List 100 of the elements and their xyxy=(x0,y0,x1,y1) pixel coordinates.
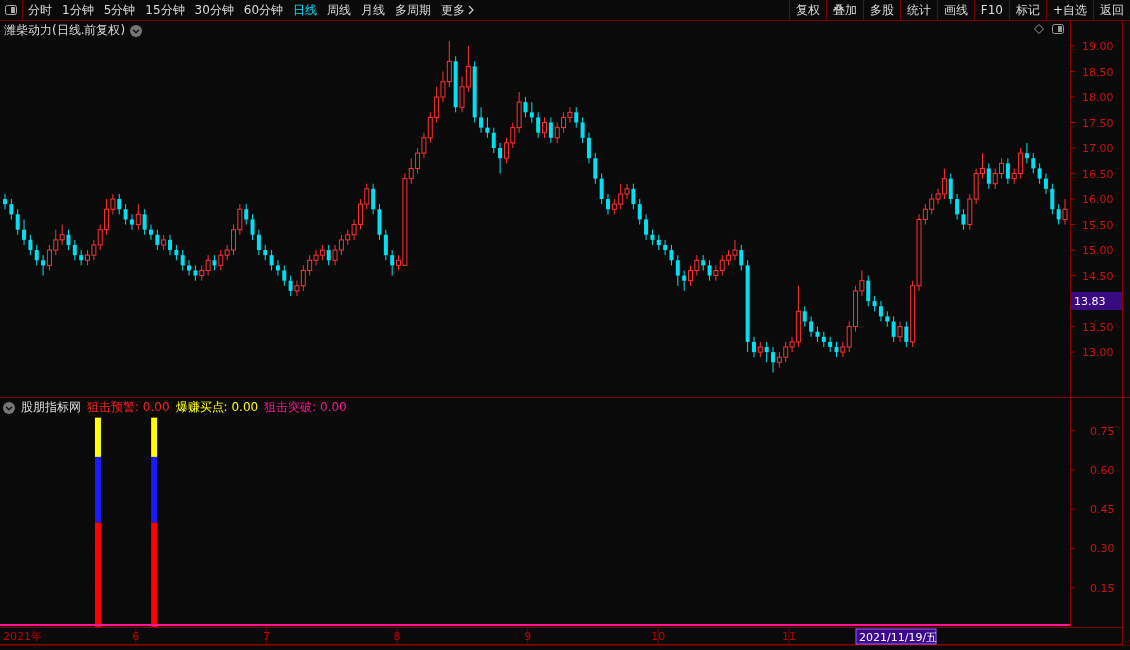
candlestick xyxy=(383,229,388,261)
toolbar-button[interactable]: 复权 xyxy=(788,0,826,20)
candlestick xyxy=(1056,203,1061,226)
candlestick xyxy=(542,116,548,139)
candlestick xyxy=(34,244,39,266)
toolbar-button[interactable]: 多股 xyxy=(862,0,900,20)
period-tab[interactable]: 30分钟 xyxy=(189,0,239,20)
candlestick xyxy=(142,208,147,236)
candlestick xyxy=(593,152,598,185)
y-tick-label: 0.75 xyxy=(1090,424,1115,438)
candlestick xyxy=(491,127,496,154)
y-tick-label: 13.00 xyxy=(1082,346,1114,360)
candlestick xyxy=(250,213,255,241)
candlestick xyxy=(485,116,490,139)
toolbar-button[interactable]: 统计 xyxy=(899,0,937,20)
toolbar-button[interactable]: 叠加 xyxy=(825,0,863,20)
toolbar-button[interactable]: +自选 xyxy=(1045,0,1093,20)
candlestick xyxy=(580,116,585,144)
candlestick xyxy=(802,305,807,328)
period-tab[interactable]: 15分钟 xyxy=(140,0,190,20)
period-tab[interactable]: 分时 xyxy=(23,0,57,20)
period-tab[interactable]: 更多 xyxy=(436,0,480,20)
candlestick xyxy=(764,341,769,363)
candlestick xyxy=(599,173,604,205)
period-tab[interactable]: 月线 xyxy=(356,0,391,20)
candlestick xyxy=(548,116,553,144)
period-tab[interactable]: 多周期 xyxy=(390,0,437,20)
toolbar-button[interactable]: 标记 xyxy=(1008,0,1046,20)
candlestick xyxy=(117,193,122,215)
y-tick-label: 15.00 xyxy=(1082,244,1114,258)
candlestick xyxy=(1050,183,1055,215)
candlestick xyxy=(1043,173,1048,195)
x-tick-label: 6 xyxy=(132,630,140,643)
toolbar-button[interactable]: F10 xyxy=(973,0,1009,20)
candlestick xyxy=(1031,152,1036,175)
candlestick xyxy=(41,254,46,277)
dropdown-icon[interactable] xyxy=(3,401,15,414)
candlestick xyxy=(275,259,280,277)
current-price-label: 13.83 xyxy=(1071,292,1122,310)
candlestick xyxy=(878,300,883,322)
period-tab[interactable]: 1分钟 xyxy=(57,0,99,20)
candlestick xyxy=(637,198,642,226)
toolbar-button[interactable]: 画线 xyxy=(936,0,974,20)
chart-title: 潍柴动力(日线.前复权) xyxy=(4,22,126,39)
y-tick-label: 0.15 xyxy=(1090,581,1115,595)
candlestick xyxy=(961,208,966,231)
indicator-reading: 爆赚买点: 0.00 xyxy=(175,399,259,416)
diamond-icon[interactable] xyxy=(1034,24,1044,34)
candlestick xyxy=(9,198,14,220)
y-tick-label: 13.50 xyxy=(1082,320,1114,334)
candlestick xyxy=(631,183,636,210)
candlestick xyxy=(155,229,160,251)
x-tick-label: 10 xyxy=(651,630,666,643)
candlestick xyxy=(22,218,27,246)
candlestick xyxy=(135,203,141,231)
period-tab[interactable]: 60分钟 xyxy=(238,0,289,20)
candlestick xyxy=(129,213,134,231)
candlestick xyxy=(148,224,153,241)
candlestick xyxy=(523,96,528,118)
x-tick-label: 11 xyxy=(781,630,796,643)
period-tab[interactable]: 日线 xyxy=(288,0,323,20)
candlestick xyxy=(904,320,909,348)
candlestick xyxy=(809,315,814,338)
candlestick xyxy=(682,269,687,292)
candlestick xyxy=(218,249,224,271)
panel-toggle-icon[interactable] xyxy=(1052,24,1064,34)
candlestick xyxy=(897,320,903,343)
panel-toggle-icon[interactable] xyxy=(5,5,17,15)
candlestick xyxy=(866,275,871,307)
year-label: 2021年 xyxy=(3,630,42,643)
candlestick xyxy=(269,249,274,271)
candlestick xyxy=(771,346,776,374)
candlestick xyxy=(187,259,192,277)
candlestick xyxy=(605,193,610,215)
dropdown-icon[interactable] xyxy=(130,24,143,37)
candlestick xyxy=(498,142,503,175)
candlestick xyxy=(168,234,173,256)
candlestick xyxy=(536,111,541,139)
period-tab[interactable]: 周线 xyxy=(322,0,357,20)
candlestick xyxy=(288,275,293,297)
candlestick xyxy=(948,173,953,205)
candlestick xyxy=(28,234,33,256)
candlestick xyxy=(586,132,591,164)
indicator-reading: 狙击突破: 0.00 xyxy=(264,399,347,416)
candlestick xyxy=(891,315,896,343)
candlestick xyxy=(72,239,77,261)
candlestick xyxy=(1024,142,1029,164)
candlestick xyxy=(955,193,960,220)
candlestick xyxy=(663,239,668,256)
y-tick-label: 0.30 xyxy=(1090,542,1115,556)
toolbar-button[interactable]: 返回 xyxy=(1093,0,1130,20)
candlestick xyxy=(123,203,128,226)
candlestick xyxy=(390,249,395,277)
candlestick xyxy=(3,193,7,210)
x-tick-label: 9 xyxy=(524,630,532,643)
period-tab[interactable]: 5分钟 xyxy=(98,0,141,20)
candlestick xyxy=(371,183,376,215)
y-tick-label: 19.00 xyxy=(1082,40,1114,53)
y-tick-label: 14.50 xyxy=(1082,269,1114,283)
candlestick xyxy=(256,229,261,256)
